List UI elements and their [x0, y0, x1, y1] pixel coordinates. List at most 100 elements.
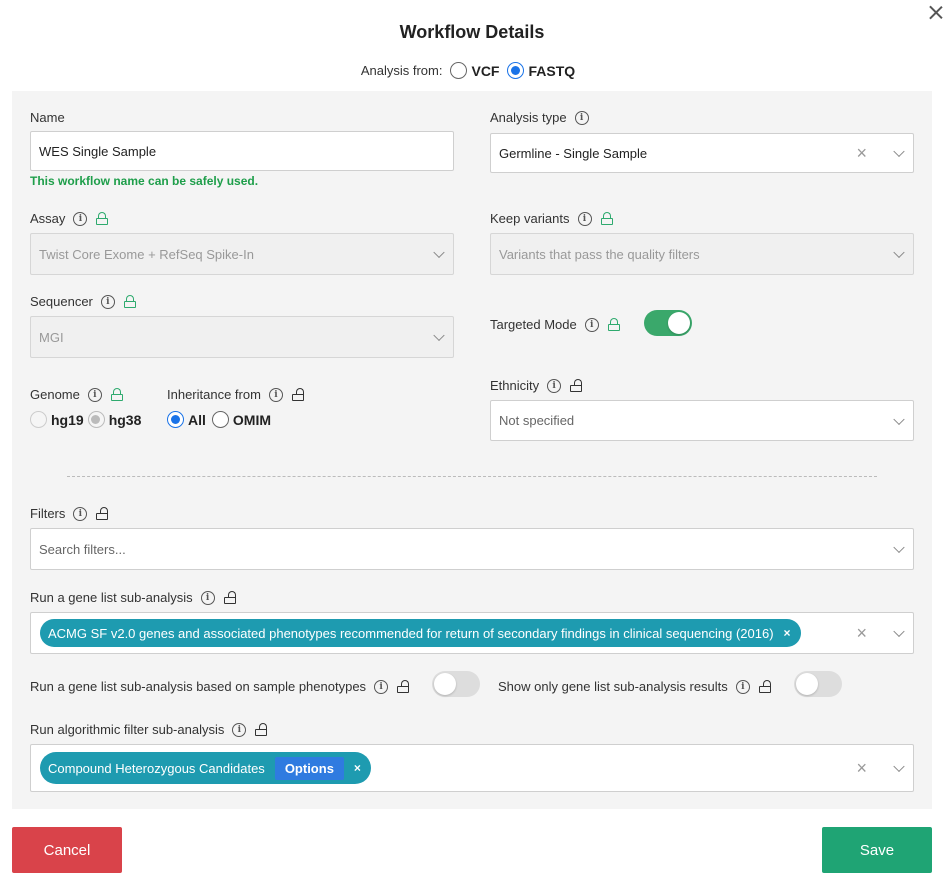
- options-button[interactable]: Options: [274, 756, 344, 780]
- info-icon[interactable]: i: [547, 378, 562, 393]
- info-icon[interactable]: i: [73, 211, 88, 226]
- radio-omim-label: OMIM: [232, 411, 271, 428]
- filters-label-text: Filters: [30, 506, 66, 521]
- form-panel: [12, 91, 932, 809]
- info-icon[interactable]: i: [735, 679, 750, 694]
- lock-icon[interactable]: [600, 212, 613, 225]
- dialog-title: Workflow Details: [399, 22, 545, 42]
- lock-icon[interactable]: [110, 388, 123, 401]
- close-icon[interactable]: [928, 4, 944, 20]
- algorithmic-tag-label: Compound Heterozygous Candidates: [48, 760, 265, 776]
- radio-vcf[interactable]: VCF: [450, 62, 499, 79]
- radio-hg38-circle: [87, 411, 105, 428]
- targeted-mode-label-text: Targeted Mode: [490, 317, 577, 332]
- radio-vcf-label: VCF: [471, 62, 500, 79]
- ethnicity-select[interactable]: Not specified: [490, 400, 914, 441]
- analysis-from-label: Analysis from:: [360, 63, 443, 78]
- analysis-type-label: Analysis type i: [490, 110, 589, 125]
- gene-list-tag: ACMG SF v2.0 genes and associated phenot…: [40, 619, 801, 647]
- chevron-down-icon[interactable]: [893, 625, 905, 638]
- radio-omim[interactable]: OMIM: [211, 411, 271, 428]
- unlock-icon[interactable]: [758, 680, 771, 693]
- ethnicity-value: Not specified: [499, 413, 575, 428]
- lock-icon[interactable]: [96, 212, 109, 225]
- chevron-down-icon[interactable]: [893, 541, 905, 554]
- only-results-label: Show only gene list sub-analysis results…: [498, 679, 771, 694]
- remove-tag-icon[interactable]: ×: [784, 626, 791, 640]
- filters-search-input[interactable]: Search filters...: [30, 528, 914, 570]
- analysis-type-label-text: Analysis type: [490, 110, 567, 125]
- phenotype-sub-label: Run a gene list sub-analysis based on sa…: [30, 679, 410, 694]
- ethnicity-label-text: Ethnicity: [490, 378, 540, 393]
- chevron-down-icon[interactable]: [893, 413, 905, 425]
- sequencer-label-text: Sequencer: [30, 294, 93, 309]
- targeted-mode-toggle[interactable]: [644, 310, 692, 336]
- algorithmic-select[interactable]: Compound Heterozygous Candidates Options…: [30, 744, 914, 792]
- chevron-down-icon: [433, 329, 445, 342]
- keep-variants-select: Variants that pass the quality filters: [490, 233, 914, 275]
- keep-variants-label: Keep variants i: [490, 211, 613, 226]
- clear-icon[interactable]: ×: [856, 624, 867, 642]
- gene-list-select[interactable]: ACMG SF v2.0 genes and associated phenot…: [30, 612, 914, 654]
- info-icon[interactable]: i: [200, 590, 215, 605]
- radio-all-circle[interactable]: [167, 411, 184, 428]
- analysis-type-select[interactable]: Germline - Single Sample ×: [490, 133, 914, 173]
- filters-label: Filters i: [30, 506, 109, 521]
- unlock-icon[interactable]: [96, 507, 109, 520]
- unlock-icon[interactable]: [291, 388, 304, 401]
- name-validation-message: This workflow name can be safely used.: [30, 174, 259, 188]
- section-divider: [67, 476, 877, 477]
- radio-fastq[interactable]: FASTQ: [507, 62, 575, 79]
- cancel-button[interactable]: Cancel: [12, 827, 122, 873]
- gene-list-label: Run a gene list sub-analysis i: [30, 590, 236, 605]
- info-icon[interactable]: i: [268, 387, 283, 402]
- info-icon[interactable]: i: [374, 679, 389, 694]
- lock-icon[interactable]: [607, 318, 620, 331]
- unlock-icon[interactable]: [397, 680, 410, 693]
- radio-all-label: All: [188, 411, 206, 428]
- name-input[interactable]: WES Single Sample: [30, 131, 454, 171]
- name-input-value: WES Single Sample: [39, 143, 157, 159]
- gene-list-tag-label: ACMG SF v2.0 genes and associated phenot…: [48, 625, 774, 641]
- name-label-text: Name: [30, 110, 65, 125]
- inheritance-radio-group: All OMIM: [167, 411, 279, 428]
- radio-hg19-circle: [30, 411, 47, 428]
- info-icon[interactable]: i: [87, 387, 102, 402]
- radio-omim-circle[interactable]: [211, 411, 229, 428]
- radio-fastq-circle[interactable]: [507, 62, 525, 79]
- save-button[interactable]: Save: [822, 827, 932, 873]
- keep-variants-value: Variants that pass the quality filters: [499, 246, 700, 262]
- info-icon[interactable]: i: [100, 294, 115, 309]
- algorithmic-label-text: Run algorithmic filter sub-analysis: [30, 722, 225, 737]
- ethnicity-label: Ethnicity i: [490, 378, 583, 393]
- info-icon[interactable]: i: [73, 506, 88, 521]
- clear-icon[interactable]: ×: [856, 144, 867, 162]
- only-results-label-text: Show only gene list sub-analysis results: [498, 679, 728, 694]
- chevron-down-icon[interactable]: [893, 760, 905, 773]
- info-icon[interactable]: i: [584, 317, 599, 332]
- lock-icon[interactable]: [123, 295, 136, 308]
- genome-radio-group: hg19 hg38: [30, 411, 149, 428]
- radio-vcf-circle[interactable]: [450, 62, 468, 79]
- unlock-icon[interactable]: [570, 379, 583, 392]
- assay-value: Twist Core Exome + RefSeq Spike-In: [39, 246, 254, 262]
- algorithmic-tag: Compound Heterozygous Candidates Options…: [40, 752, 371, 784]
- info-icon[interactable]: i: [232, 722, 247, 737]
- assay-label: Assay i: [30, 211, 109, 226]
- only-results-toggle[interactable]: [794, 671, 842, 697]
- phenotype-sub-label-text: Run a gene list sub-analysis based on sa…: [30, 679, 367, 694]
- info-icon[interactable]: i: [577, 211, 592, 226]
- info-icon[interactable]: i: [574, 110, 589, 125]
- radio-all[interactable]: All: [167, 411, 206, 428]
- unlock-icon[interactable]: [255, 723, 268, 736]
- phenotype-sub-toggle[interactable]: [432, 671, 480, 697]
- genome-label-text: Genome: [30, 387, 80, 402]
- radio-hg38: hg38: [87, 411, 141, 428]
- unlock-icon[interactable]: [223, 591, 236, 604]
- remove-tag-icon[interactable]: ×: [354, 761, 361, 775]
- clear-icon[interactable]: ×: [856, 759, 867, 777]
- gene-list-label-text: Run a gene list sub-analysis: [30, 590, 193, 605]
- chevron-down-icon[interactable]: [893, 145, 905, 158]
- radio-hg19-label: hg19: [51, 411, 84, 428]
- radio-fastq-label: FASTQ: [528, 62, 576, 79]
